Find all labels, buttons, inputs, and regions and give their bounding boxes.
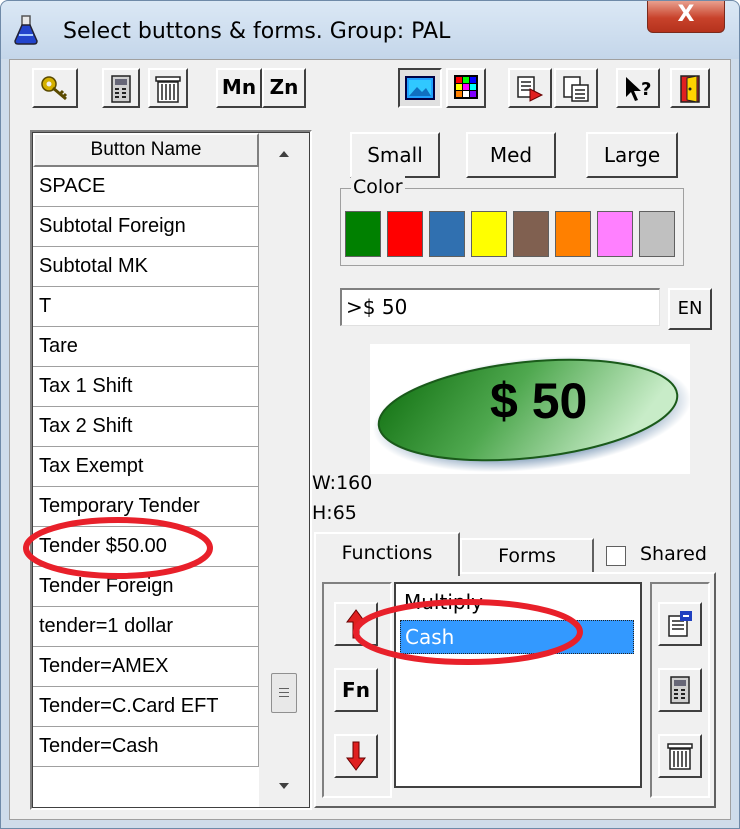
zn-button[interactable]: Zn	[262, 68, 306, 108]
small-size-button[interactable]: Small	[350, 132, 440, 178]
grid-row[interactable]: tender=1 dollar	[33, 607, 259, 647]
grid-row[interactable]: T	[33, 287, 259, 327]
grid-row[interactable]: Tare	[33, 327, 259, 367]
preview-width: W:160	[312, 472, 373, 494]
color-swatch-brown[interactable]	[513, 211, 549, 257]
color-grid-icon	[454, 75, 478, 99]
grid-scrollbar[interactable]	[259, 133, 309, 807]
move-up-button[interactable]	[334, 602, 378, 646]
mn-button[interactable]: Mn	[216, 68, 262, 108]
delete-button[interactable]	[148, 68, 188, 108]
function-delete-button[interactable]	[658, 734, 702, 778]
color-grid-button[interactable]	[446, 68, 486, 108]
grid-row[interactable]: Tender=AMEX	[33, 647, 259, 687]
grid-row[interactable]: Tender=C.Card EFT	[33, 687, 259, 727]
copy-button[interactable]	[508, 68, 552, 108]
button-text-input[interactable]: >$ 50	[340, 288, 660, 326]
scroll-down-icon[interactable]	[259, 765, 309, 805]
help-pointer-icon: ?	[626, 77, 651, 101]
grid-row[interactable]: Tender Foreign	[33, 567, 259, 607]
app-window: Select buttons & forms. Group: PAL X Mn …	[0, 0, 740, 829]
properties-icon	[668, 611, 692, 637]
grid-row[interactable]: Tax 1 Shift	[33, 367, 259, 407]
calculator-button[interactable]	[102, 68, 140, 108]
grid-row[interactable]: Subtotal Foreign	[33, 207, 259, 247]
tab-functions[interactable]: Functions	[314, 532, 460, 576]
flask-app-icon	[14, 15, 38, 45]
order-button-panel: Fn	[322, 582, 392, 798]
paste-button[interactable]	[554, 68, 598, 108]
grid-row[interactable]: Tax 2 Shift	[33, 407, 259, 447]
trash-icon	[667, 743, 693, 770]
color-swatch-red[interactable]	[387, 211, 423, 257]
function-list[interactable]: Multiply Cash	[394, 582, 642, 788]
color-swatch-gray[interactable]	[639, 211, 675, 257]
scroll-thumb[interactable]	[271, 673, 297, 713]
function-tools-panel	[650, 582, 710, 798]
med-size-button[interactable]: Med	[466, 132, 556, 178]
color-swatch-blue[interactable]	[429, 211, 465, 257]
preview-height: H:65	[312, 502, 357, 524]
button-preview: $ 50	[370, 344, 690, 474]
column-header-button-name[interactable]: Button Name	[33, 133, 259, 167]
button-name-grid: Button Name SPACE Subtotal Foreign Subto…	[30, 130, 312, 810]
copy-doc-icon	[517, 76, 544, 102]
color-group: Color	[340, 176, 684, 266]
title-bar: Select buttons & forms. Group: PAL X	[1, 1, 739, 59]
color-swatch-yellow[interactable]	[471, 211, 507, 257]
key-button[interactable]	[32, 68, 78, 108]
close-icon: X	[677, 2, 695, 27]
calculator-icon	[670, 676, 690, 704]
close-button[interactable]: X	[647, 1, 725, 33]
screen-icon	[405, 76, 435, 100]
trash-icon	[155, 76, 181, 103]
fn-button[interactable]: Fn	[334, 668, 378, 712]
color-swatch-green[interactable]	[345, 211, 381, 257]
grid-row[interactable]: SPACE	[33, 167, 259, 207]
color-swatch-pink[interactable]	[597, 211, 633, 257]
grid-row-highlighted[interactable]: Tender $50.00	[33, 527, 259, 567]
screen-button[interactable]	[398, 68, 442, 108]
arrow-down-icon	[346, 741, 366, 771]
scroll-up-icon[interactable]	[259, 137, 309, 177]
function-calculator-button[interactable]	[658, 668, 702, 712]
color-group-label: Color	[351, 176, 405, 198]
grid-body: Button Name SPACE Subtotal Foreign Subto…	[32, 132, 310, 808]
color-swatch-orange[interactable]	[555, 211, 591, 257]
calculator-icon	[111, 75, 131, 103]
window-title: Select buttons & forms. Group: PAL	[63, 19, 451, 44]
toolbar: Mn Zn ?	[10, 60, 730, 116]
exit-button[interactable]	[670, 68, 710, 108]
arrow-up-icon	[346, 609, 366, 639]
move-down-button[interactable]	[334, 734, 378, 778]
grid-row[interactable]: Temporary Tender	[33, 487, 259, 527]
svg-text:?: ?	[641, 79, 651, 100]
shared-label: Shared	[640, 543, 707, 565]
paste-doc-icon	[563, 76, 589, 102]
help-button[interactable]: ?	[616, 68, 660, 108]
function-item-selected[interactable]: Cash	[400, 620, 634, 654]
key-icon	[41, 76, 68, 101]
tab-forms[interactable]: Forms	[460, 538, 594, 574]
preview-button-label: $ 50	[490, 373, 588, 429]
exit-door-icon	[680, 75, 700, 103]
shared-checkbox[interactable]	[606, 546, 626, 566]
client-area: Mn Zn ? Button Name SPACE Subtotal Forei…	[9, 59, 731, 820]
en-language-button[interactable]: EN	[668, 288, 712, 330]
grid-row[interactable]: Tax Exempt	[33, 447, 259, 487]
function-item[interactable]: Multiply	[400, 586, 634, 620]
grid-row[interactable]: Tender=Cash	[33, 727, 259, 767]
grid-row[interactable]: Subtotal MK	[33, 247, 259, 287]
properties-button[interactable]	[658, 602, 702, 646]
large-size-button[interactable]: Large	[586, 132, 678, 178]
